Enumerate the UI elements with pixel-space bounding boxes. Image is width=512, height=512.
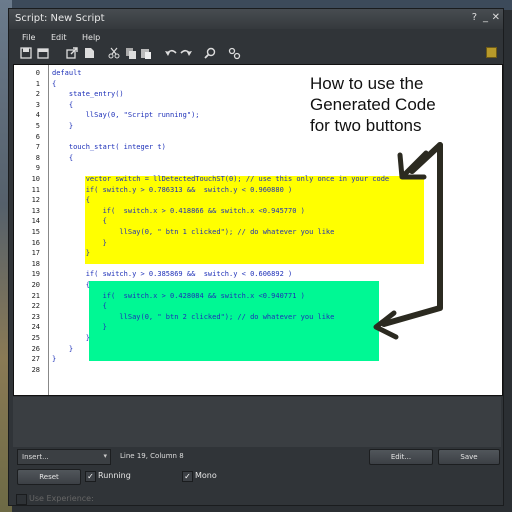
status-row: Insert... ▾ Line 19, Column 8 Edit... Sa… [13,447,501,467]
arrow-to-block-1 [409,142,443,174]
annotation-arrows [373,142,443,340]
mono-checkbox[interactable]: ✓ [182,471,193,482]
save-button[interactable]: Save [438,449,500,465]
running-label: Running [98,471,131,480]
search-icon[interactable] [203,45,217,59]
menu-file[interactable]: File [22,33,35,42]
minimize-icon[interactable]: _ [483,12,488,23]
script-editor-window: Script: New Script ? _ ✕ File Edit Help [8,8,504,506]
lock-icon [486,47,497,58]
settings-icon[interactable] [227,45,241,60]
code-editor[interactable]: 0 1 2 3 4 5 6 7 8 9 10 11 12 13 14 15 16 17 18 19 20 21 22 23 24… [13,64,503,396]
menu-bar: File Edit Help [9,31,503,45]
close-icon[interactable]: ✕ [492,12,500,23]
use-experience-checkbox[interactable] [16,494,27,505]
undo-icon[interactable] [164,45,178,59]
copy-icon[interactable] [124,45,138,59]
export-icon[interactable] [65,45,79,59]
reset-button[interactable]: Reset [17,469,81,485]
title-bar[interactable]: Script: New Script ? _ ✕ [9,9,503,29]
menu-edit[interactable]: Edit [51,33,67,42]
toolbar [15,45,495,61]
use-experience-label: Use Experience: [29,494,94,503]
save-icon[interactable] [19,45,33,59]
open-icon[interactable] [36,45,50,59]
help-icon[interactable]: ? [472,12,477,23]
window-title: Script: New Script [15,13,105,24]
output-panel [13,397,501,447]
paste-icon[interactable] [139,45,153,59]
menu-help[interactable]: Help [82,33,100,42]
cursor-position: Line 19, Column 8 [120,452,184,460]
insert-dropdown-label: Insert... [22,453,49,461]
chevron-down-icon: ▾ [103,452,107,460]
edit-button[interactable]: Edit... [369,449,433,465]
running-checkbox[interactable]: ✓ [85,471,96,482]
mono-label: Mono [195,471,217,480]
redo-icon[interactable] [179,45,193,59]
insert-dropdown[interactable]: Insert... ▾ [17,449,111,465]
document-icon[interactable] [82,45,96,59]
cut-icon[interactable] [107,45,121,59]
